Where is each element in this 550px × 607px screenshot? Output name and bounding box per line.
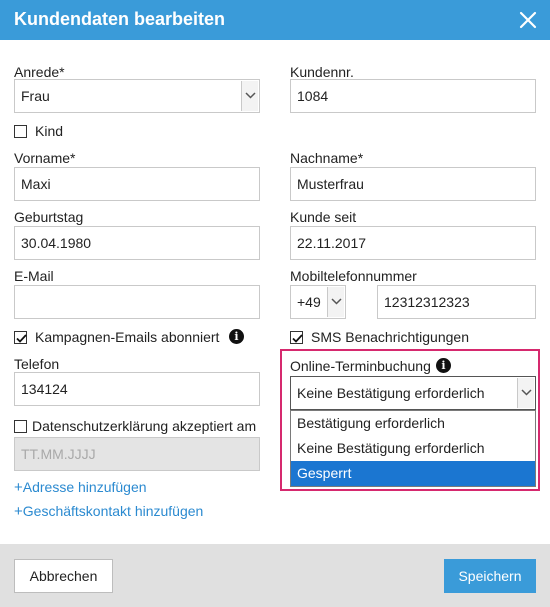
nachname-field[interactable]: Musterfrau xyxy=(290,167,536,201)
kunde-seit-field[interactable]: 22.11.2017 xyxy=(290,226,536,260)
mobil-label: Mobiltelefonnummer xyxy=(290,268,417,284)
add-business-contact-link[interactable]: +Geschäftskontakt hinzufügen xyxy=(14,503,203,520)
vorname-label: Vorname* xyxy=(14,150,76,166)
cancel-button[interactable]: Abbrechen xyxy=(14,559,113,593)
vorname-value: Maxi xyxy=(21,176,51,192)
anrede-value: Frau xyxy=(21,88,50,104)
datenschutz-label: Datenschutzerklärung akzeptiert am xyxy=(32,418,257,434)
mobil-field[interactable]: 12312312323 xyxy=(377,285,536,319)
sms-checkbox[interactable] xyxy=(290,331,303,344)
plus-icon: + xyxy=(14,503,23,520)
kundennr-field[interactable]: 1084 xyxy=(290,79,536,113)
geburtstag-label: Geburtstag xyxy=(14,209,84,225)
dialog-titlebar: Kundendaten bearbeiten xyxy=(0,0,550,40)
mobil-value: 12312312323 xyxy=(384,294,470,310)
dropdown-option[interactable]: Keine Bestätigung erforderlich xyxy=(291,436,535,461)
email-field[interactable] xyxy=(14,285,260,319)
anrede-select[interactable]: Frau xyxy=(14,79,260,113)
add-address-label: Adresse hinzufügen xyxy=(22,479,147,495)
geburtstag-field[interactable]: 30.04.1980 xyxy=(14,226,260,260)
add-address-link[interactable]: +Adresse hinzufügen xyxy=(14,479,147,496)
datenschutz-placeholder: TT.MM.JJJJ xyxy=(21,446,96,462)
kind-label: Kind xyxy=(35,123,64,139)
checkmark-icon xyxy=(292,334,303,343)
chevron-down-icon xyxy=(327,287,344,317)
close-icon[interactable] xyxy=(516,8,540,32)
datenschutz-checkbox[interactable] xyxy=(14,420,27,433)
chevron-down-icon xyxy=(241,81,258,111)
online-terminbuchung-label: Online-Terminbuchung xyxy=(290,358,431,374)
checkmark-icon xyxy=(16,334,27,343)
dropdown-option-selected[interactable]: Gesperrt xyxy=(291,461,535,486)
kunde-seit-value: 22.11.2017 xyxy=(297,235,367,251)
dialog-title: Kundendaten bearbeiten xyxy=(14,9,226,29)
kundennr-value: 1084 xyxy=(297,88,329,104)
online-terminbuchung-value: Keine Bestätigung erforderlich xyxy=(297,385,485,401)
sms-label: SMS Benachrichtigungen xyxy=(311,329,469,345)
kampagnen-label: Kampagnen-Emails abonniert xyxy=(35,329,220,345)
kunde-seit-label: Kunde seit xyxy=(290,209,357,225)
vorname-field[interactable]: Maxi xyxy=(14,167,260,201)
geburtstag-value: 30.04.1980 xyxy=(21,235,92,251)
save-button[interactable]: Speichern xyxy=(444,559,536,593)
kundennr-label: Kundennr. xyxy=(290,64,354,80)
dialog-footer: Abbrechen Speichern xyxy=(0,544,550,607)
info-icon[interactable]: i xyxy=(229,329,244,344)
telefon-label: Telefon xyxy=(14,356,60,372)
country-code-value: +49 xyxy=(297,294,321,310)
telefon-value: 134124 xyxy=(21,381,68,397)
nachname-value: Musterfrau xyxy=(297,176,364,192)
online-terminbuchung-select[interactable]: Keine Bestätigung erforderlich xyxy=(290,376,536,410)
dropdown-option[interactable]: Bestätigung erforderlich xyxy=(291,411,535,436)
datenschutz-date-field: TT.MM.JJJJ xyxy=(14,437,260,471)
nachname-label: Nachname* xyxy=(290,150,364,166)
country-code-select[interactable]: +49 xyxy=(290,285,346,319)
add-business-contact-label: Geschäftskontakt hinzufügen xyxy=(22,503,204,519)
email-label: E-Mail xyxy=(14,268,54,284)
kind-checkbox[interactable] xyxy=(14,125,27,138)
kampagnen-checkbox[interactable] xyxy=(14,331,27,344)
anrede-label: Anrede* xyxy=(14,64,65,80)
chevron-down-icon xyxy=(517,378,534,408)
telefon-field[interactable]: 134124 xyxy=(14,372,260,406)
online-terminbuchung-dropdown: Bestätigung erforderlich Keine Bestätigu… xyxy=(290,410,536,487)
info-icon[interactable]: i xyxy=(436,358,451,373)
plus-icon: + xyxy=(14,479,23,496)
